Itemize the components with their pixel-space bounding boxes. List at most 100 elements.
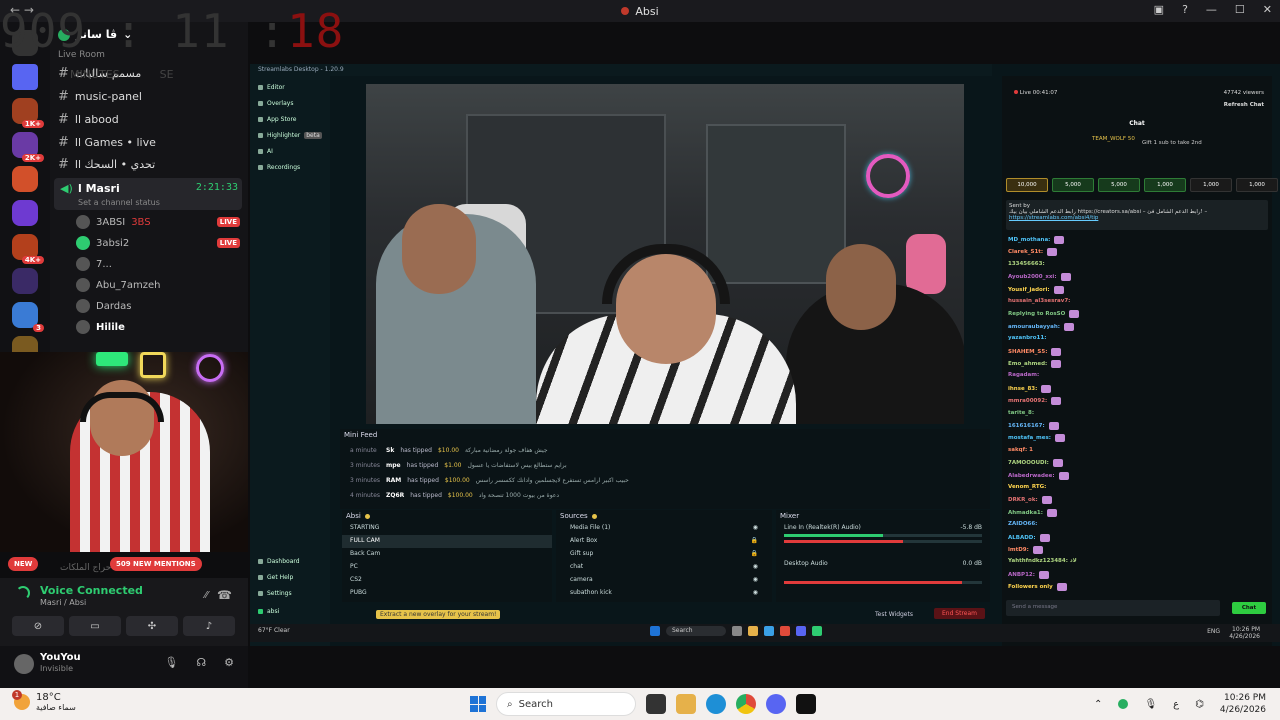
- chat-username[interactable]: ANBP12:: [1008, 572, 1035, 578]
- nav-app-store[interactable]: App Store: [258, 116, 297, 123]
- pinned-link[interactable]: https://streamlabs.com/absi4/tip: [1009, 215, 1265, 221]
- taskbar-clock[interactable]: 10:26 PM 4/26/2026: [1220, 692, 1266, 716]
- chat-username[interactable]: Emo_ahmed:: [1008, 361, 1047, 367]
- chevron-up-icon[interactable]: ⌃: [1094, 699, 1102, 710]
- chat-message[interactable]: Replying to RosSO: [1008, 310, 1266, 319]
- chat-message[interactable]: ZAIDO66:: [1008, 521, 1266, 527]
- chat-message[interactable]: tarite_8:: [1008, 410, 1266, 416]
- hidden-channel[interactable]: حراج الملكات: [60, 563, 111, 573]
- feed-row[interactable]: 4 minutes ZQ6R has tipped $100.00 دعوة من بي…: [350, 492, 970, 499]
- nav-account[interactable]: absi: [258, 608, 279, 615]
- nav-dashboard[interactable]: Dashboard: [258, 558, 300, 565]
- taskbar-search[interactable]: ⌕ Search: [496, 692, 636, 716]
- volume-slider[interactable]: [784, 581, 982, 584]
- tip-chip[interactable]: 1,000: [1190, 178, 1232, 192]
- chat-message[interactable]: 7AMOOOUDI:: [1008, 459, 1266, 468]
- chat-message[interactable]: mmra00092:: [1008, 397, 1266, 406]
- channel-status-input[interactable]: Set a channel status: [78, 198, 160, 207]
- channel-item[interactable]: # ll تحدي • السحك: [58, 157, 155, 172]
- chat-username[interactable]: Alabedrwadee:: [1008, 473, 1055, 479]
- tip-chip[interactable]: 5,000: [1052, 178, 1094, 192]
- feed-row[interactable]: 3 minutes mpe has tipped $1.00 برايم ستطالع …: [350, 462, 970, 469]
- edge-icon[interactable]: [706, 694, 726, 714]
- chat-message[interactable]: Venom_RTG:: [1008, 484, 1266, 490]
- tip-chip[interactable]: 1,000: [1144, 178, 1186, 192]
- app-icon[interactable]: [646, 694, 666, 714]
- discord-icon[interactable]: [766, 694, 786, 714]
- chat-message[interactable]: Ahmadka1:: [1008, 508, 1266, 517]
- chat-username[interactable]: tarite_8:: [1008, 410, 1034, 416]
- chat-username[interactable]: mmra00092:: [1008, 398, 1047, 404]
- channel-item[interactable]: # ll Games • live: [58, 135, 156, 150]
- chat-username[interactable]: lmtD9:: [1008, 547, 1029, 553]
- screen-share-button[interactable]: ▭: [69, 616, 121, 636]
- chat-message[interactable]: Alabedrwadee:: [1008, 471, 1266, 480]
- chat-input[interactable]: Send a message: [1006, 600, 1220, 616]
- help-icon[interactable]: ?: [1182, 3, 1188, 16]
- streamlabs-icon[interactable]: [812, 626, 822, 636]
- windows-start-icon[interactable]: [470, 696, 486, 712]
- chat-message[interactable]: yazanbro11:: [1008, 335, 1266, 341]
- edge-icon[interactable]: [764, 626, 774, 636]
- settings-dot-icon[interactable]: [364, 513, 370, 519]
- chat-username[interactable]: 161616167:: [1008, 423, 1045, 429]
- discord-icon[interactable]: [796, 626, 806, 636]
- nav-highlighter[interactable]: Highlighter beta: [258, 132, 322, 139]
- server-icon[interactable]: [12, 200, 38, 226]
- tip-chip[interactable]: 10,000: [1006, 178, 1048, 192]
- eye-icon[interactable]: ◉: [753, 589, 758, 598]
- chat-username[interactable]: Ragadam:: [1008, 372, 1039, 378]
- scene-item[interactable]: CS2: [342, 574, 552, 587]
- volume-slider[interactable]: [784, 540, 982, 543]
- scene-item[interactable]: STARTING: [342, 522, 552, 535]
- tip-chip[interactable]: 1,000: [1236, 178, 1278, 192]
- chat-username[interactable]: 133456663:: [1008, 261, 1045, 267]
- chat-username[interactable]: MD_mothana:: [1008, 237, 1050, 243]
- headphones-icon[interactable]: ☊: [196, 656, 206, 669]
- chrome-icon[interactable]: [736, 694, 756, 714]
- chat-message[interactable]: ALBADD:: [1008, 533, 1266, 542]
- avatar[interactable]: [14, 654, 34, 674]
- scene-item[interactable]: FULL CAM: [342, 535, 552, 548]
- weather-widget[interactable]: 1 18°C سماء صافية: [12, 690, 76, 712]
- overlay-hint[interactable]: Extract a new overlay for your stream!: [376, 610, 501, 619]
- inner-lang[interactable]: ENG: [1207, 628, 1220, 635]
- voice-channel-active[interactable]: ◀) l Masri 2:21:33 Set a channel status: [54, 178, 242, 210]
- noise-suppression-icon[interactable]: ⁄⁄: [205, 590, 208, 601]
- minimize-button[interactable]: —: [1206, 3, 1217, 16]
- chat-message[interactable]: 161616167:: [1008, 422, 1266, 430]
- server-icon[interactable]: 2K+: [12, 132, 44, 162]
- chat-message[interactable]: lmtD9:: [1008, 546, 1266, 554]
- chat-username[interactable]: Clarek_S1t:: [1008, 249, 1043, 255]
- end-stream-button[interactable]: End Stream: [934, 608, 986, 619]
- voice-user[interactable]: Hilile: [76, 320, 240, 334]
- server-icon[interactable]: 4K+: [12, 234, 44, 264]
- voice-user[interactable]: 3ABSI 3BS LIVE: [76, 215, 240, 229]
- chat-username[interactable]: Ahmadka1:: [1008, 510, 1043, 516]
- chat-send-button[interactable]: Chat: [1232, 602, 1266, 614]
- voice-user[interactable]: 7...: [76, 257, 240, 271]
- chat-message[interactable]: MD_mothana:: [1008, 236, 1266, 244]
- scene-item[interactable]: PUBG: [342, 587, 552, 600]
- chat-username[interactable]: Yahthfndkz123484: لاد: [1008, 558, 1077, 564]
- chat-message[interactable]: SHAHEM_S5:: [1008, 347, 1266, 356]
- gear-icon[interactable]: ⚙: [224, 656, 234, 669]
- tip-chip[interactable]: 5,000: [1098, 178, 1140, 192]
- source-item[interactable]: chat ◉: [556, 561, 772, 574]
- disconnect-icon[interactable]: ☎: [217, 588, 232, 602]
- server-icon[interactable]: [12, 268, 38, 294]
- eye-icon[interactable]: ◉: [753, 563, 758, 572]
- maximize-button[interactable]: ☐: [1235, 3, 1245, 16]
- chat-username[interactable]: amouraubayyah:: [1008, 324, 1060, 330]
- server-icon[interactable]: [12, 166, 38, 192]
- snap-icon[interactable]: ▣: [1154, 3, 1164, 16]
- chat-message[interactable]: ihnse_83:: [1008, 384, 1266, 393]
- chat-username[interactable]: Replying to RosSO: [1008, 311, 1065, 317]
- gift-sub-text[interactable]: Gift 1 sub to take 2nd: [1142, 140, 1202, 146]
- windows-start-icon[interactable]: [650, 626, 660, 636]
- nav-recordings[interactable]: Recordings: [258, 164, 300, 171]
- chat-message[interactable]: amouraubayyah:: [1008, 322, 1266, 331]
- nav-editor[interactable]: Editor: [258, 84, 285, 91]
- chat-username[interactable]: ihnse_83:: [1008, 386, 1037, 392]
- voice-user[interactable]: Abu_7amzeh: [76, 278, 240, 292]
